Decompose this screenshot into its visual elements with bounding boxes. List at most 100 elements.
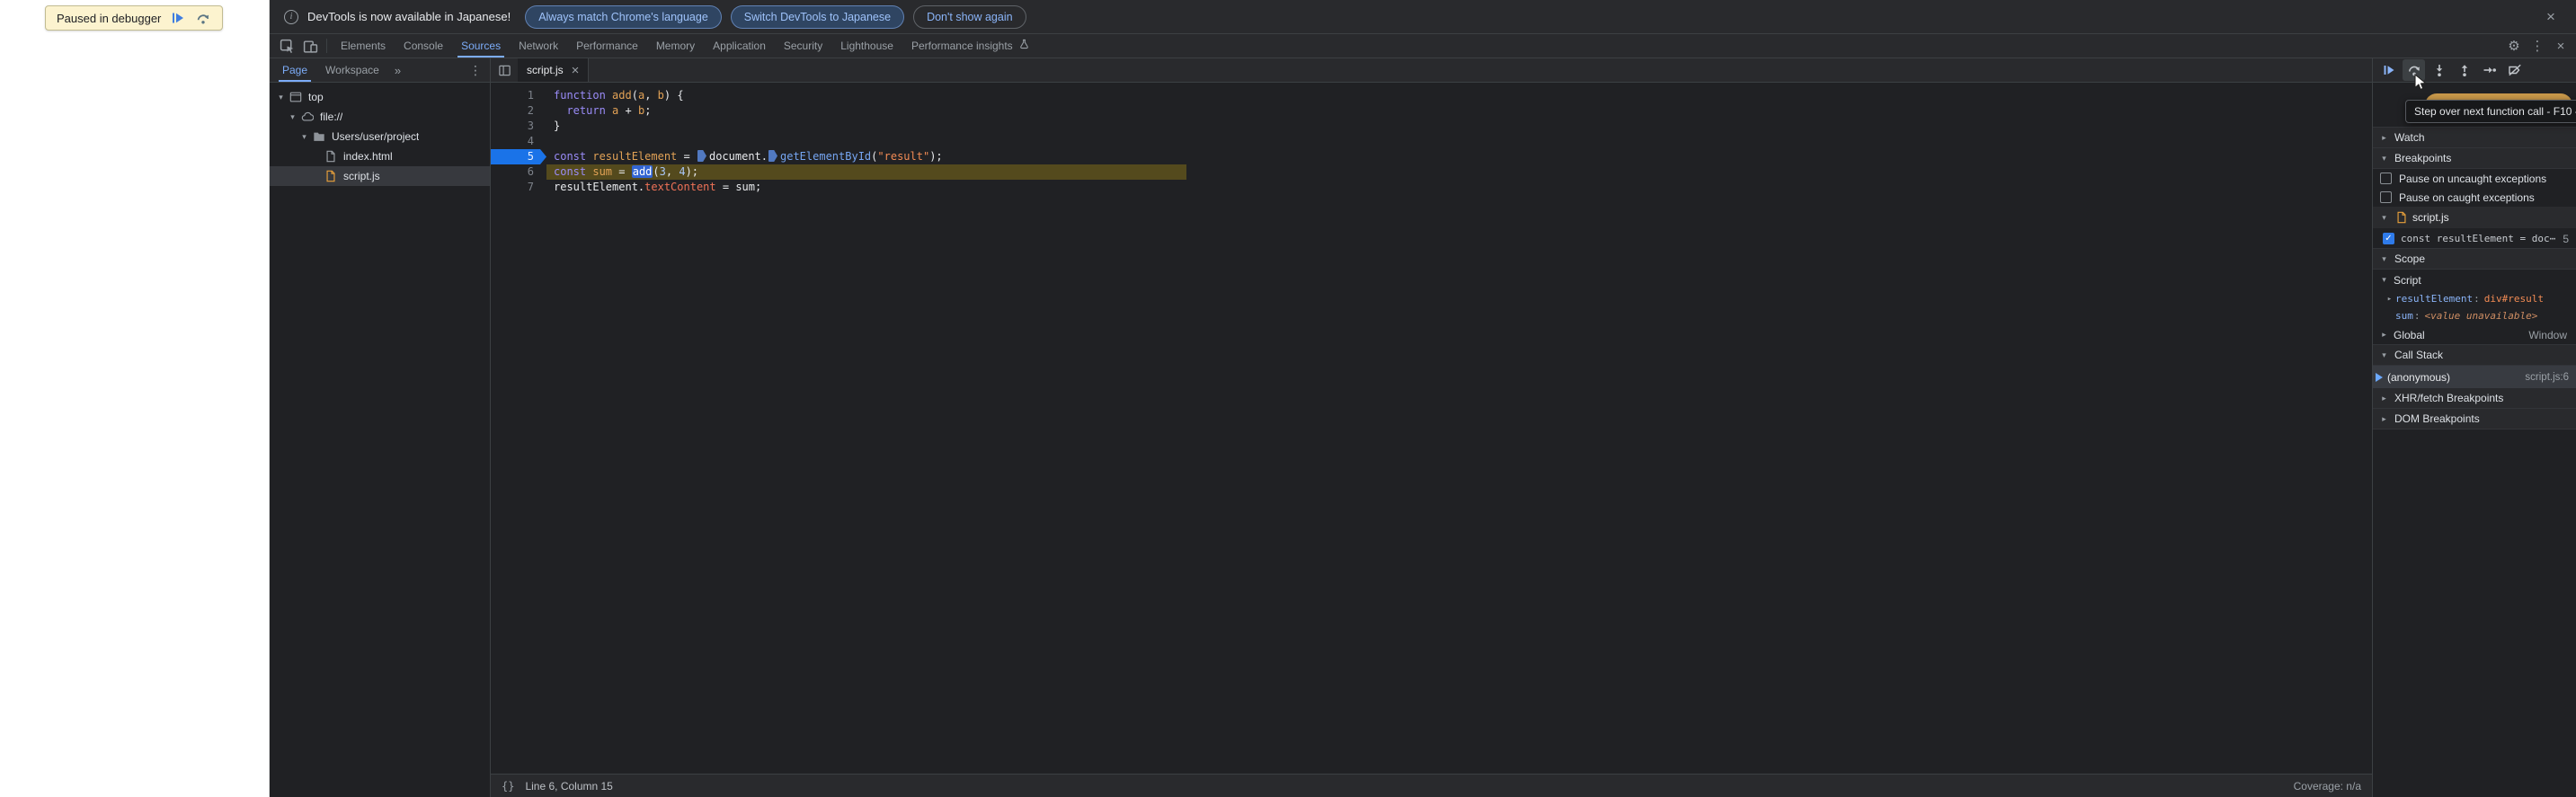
tab-lighthouse[interactable]: Lighthouse xyxy=(831,34,902,58)
chevron-down-icon: ▾ xyxy=(2382,350,2386,359)
toggle-navigator-icon[interactable] xyxy=(491,58,518,82)
colon: : xyxy=(2413,310,2421,322)
code-token: const xyxy=(554,165,587,178)
resume-icon[interactable] xyxy=(170,10,186,26)
settings-gear-icon[interactable]: ⚙ xyxy=(2502,34,2526,58)
breakpoint-file-group[interactable]: ▾ script.js xyxy=(2373,207,2576,228)
navigator-tab-page[interactable]: Page xyxy=(273,58,316,82)
line-number[interactable]: 6 xyxy=(491,164,546,180)
line-number[interactable]: 2 xyxy=(491,103,546,119)
checkbox-unchecked[interactable] xyxy=(2380,191,2392,203)
tab-network[interactable]: Network xyxy=(510,34,567,58)
always-match-language-button[interactable]: Always match Chrome's language xyxy=(525,4,722,29)
checkbox-unchecked[interactable] xyxy=(2380,173,2392,184)
code-area[interactable]: 1 function add(a, b) {2 return a + b; 3} 4 5… xyxy=(491,83,2372,774)
colon: : xyxy=(2474,293,2480,305)
checkbox-label: Pause on uncaught exceptions xyxy=(2399,172,2547,185)
code-line-content xyxy=(546,134,554,149)
tree-item-users-user-project[interactable]: ▾ Users/user/project xyxy=(270,127,490,146)
paused-in-debugger-banner: Paused in debugger xyxy=(45,5,224,31)
call-stack-frame[interactable]: (anonymous) script.js:6 xyxy=(2373,366,2576,388)
tree-item-index-html[interactable]: index.html xyxy=(270,146,490,166)
deactivate-breakpoints-button[interactable] xyxy=(2503,59,2526,81)
pause-on-caught-exceptions-row[interactable]: Pause on caught exceptions xyxy=(2373,188,2576,207)
coverage-label: Coverage: n/a xyxy=(2293,779,2361,793)
code-line-5: 5 const resultElement = document. getEleme… xyxy=(491,149,2372,164)
code-token: 4 xyxy=(679,165,686,178)
tab-console[interactable]: Console xyxy=(395,34,452,58)
tab-close-icon[interactable]: × xyxy=(572,63,580,78)
inline-breakpoint-marker[interactable] xyxy=(697,150,706,162)
switch-to-japanese-button[interactable]: Switch DevTools to Japanese xyxy=(730,4,905,29)
line-number[interactable]: 4 xyxy=(491,134,546,149)
inline-breakpoint-marker[interactable] xyxy=(768,150,777,162)
code-token: = xyxy=(612,165,632,178)
infobar-close-icon[interactable]: × xyxy=(2540,6,2562,28)
code-token: ); xyxy=(685,165,699,178)
line-number[interactable]: 7 xyxy=(491,180,546,195)
disclosure-triangle-icon[interactable]: ▾ xyxy=(275,93,287,102)
devtools-close-icon[interactable]: × xyxy=(2549,34,2572,58)
scope-var-sum[interactable]: sum: <value unavailable> xyxy=(2373,307,2576,324)
navigator-pane: Page Workspace » ⋮ ▾ top ▾ file:// ▾ Users/use… xyxy=(270,58,491,797)
scope-var-resultelement[interactable]: ▸ resultElement: div#result xyxy=(2373,290,2576,307)
line-number[interactable]: 1 xyxy=(491,88,546,103)
step-into-button[interactable] xyxy=(2428,59,2450,81)
step-over-icon[interactable] xyxy=(195,10,211,26)
scope-section-header[interactable]: ▾ Scope xyxy=(2373,248,2576,270)
info-icon: i xyxy=(284,9,298,24)
kebab-menu-icon[interactable]: ⋮ xyxy=(2526,34,2549,58)
pause-on-uncaught-exceptions-row[interactable]: Pause on uncaught exceptions xyxy=(2373,169,2576,188)
pretty-print-icon[interactable]: {} xyxy=(502,780,514,793)
tab-application[interactable]: Application xyxy=(704,34,775,58)
resume-script-button[interactable] xyxy=(2377,59,2400,81)
tab-performance[interactable]: Performance xyxy=(567,34,647,58)
code-line-content: const sum = add(3, 4); xyxy=(546,164,1186,180)
code-token: ); xyxy=(929,150,943,163)
tab-performance-insights[interactable]: Performance insights xyxy=(902,34,1039,58)
device-toolbar-icon[interactable] xyxy=(298,34,322,58)
line-number[interactable]: 3 xyxy=(491,119,546,134)
navigator-kebab-icon[interactable]: ⋮ xyxy=(461,63,490,78)
breakpoints-section-header[interactable]: ▾ Breakpoints xyxy=(2373,147,2576,169)
js-file-icon xyxy=(324,169,338,183)
editor-tab-scriptjs[interactable]: script.js × xyxy=(518,58,590,82)
step-button[interactable] xyxy=(2478,59,2500,81)
navigator-tab-workspace[interactable]: Workspace xyxy=(316,58,388,82)
xhr-breakpoints-section-header[interactable]: ▸ XHR/fetch Breakpoints xyxy=(2373,387,2576,409)
breakpoint-badge[interactable]: 5 xyxy=(491,149,546,164)
code-token: sum xyxy=(592,165,613,178)
experiment-flask-icon xyxy=(1018,39,1030,53)
scope-global-group[interactable]: ▸ Global Window xyxy=(2373,324,2576,345)
call-stack-section-header[interactable]: ▾ Call Stack xyxy=(2373,344,2576,366)
js-file-icon xyxy=(2394,211,2408,225)
tree-item-top[interactable]: ▾ top xyxy=(270,87,490,107)
tree-item-file[interactable]: ▾ file:// xyxy=(270,107,490,127)
disclosure-triangle-icon[interactable]: ▾ xyxy=(287,112,298,122)
chevron-down-icon: ▾ xyxy=(2382,153,2386,163)
watch-section-header[interactable]: ▸ Watch xyxy=(2373,127,2576,148)
step-out-button[interactable] xyxy=(2453,59,2475,81)
tab-elements[interactable]: Elements xyxy=(332,34,395,58)
code-token: getElementById xyxy=(780,150,872,163)
disclosure-triangle-icon[interactable]: ▾ xyxy=(298,132,310,142)
dom-breakpoints-section-header[interactable]: ▸ DOM Breakpoints xyxy=(2373,408,2576,429)
more-tabs-icon[interactable]: » xyxy=(388,64,407,77)
tab-memory[interactable]: Memory xyxy=(647,34,704,58)
tab-label: Memory xyxy=(655,40,696,52)
checkbox-checked[interactable]: ✓ xyxy=(2383,233,2394,244)
inspect-icon[interactable] xyxy=(275,34,298,58)
tree-item-script-js[interactable]: script.js xyxy=(270,166,490,186)
scope-script-group[interactable]: ▾ Script xyxy=(2373,270,2576,290)
cloud-icon xyxy=(300,110,315,124)
tab-security[interactable]: Security xyxy=(775,34,831,58)
tab-label: Lighthouse xyxy=(840,40,893,52)
variable-name: resultElement xyxy=(2395,293,2474,305)
dont-show-again-button[interactable]: Don't show again xyxy=(913,4,1026,29)
breakpoint-entry[interactable]: ✓ const resultElement = doc⋯ 5 xyxy=(2373,228,2576,249)
frame-name: (anonymous) xyxy=(2387,370,2451,384)
main-toolbar-right: ⚙ ⋮ × xyxy=(2502,34,2576,58)
tab-label: Security xyxy=(783,40,823,52)
tab-sources[interactable]: Sources xyxy=(452,34,510,58)
